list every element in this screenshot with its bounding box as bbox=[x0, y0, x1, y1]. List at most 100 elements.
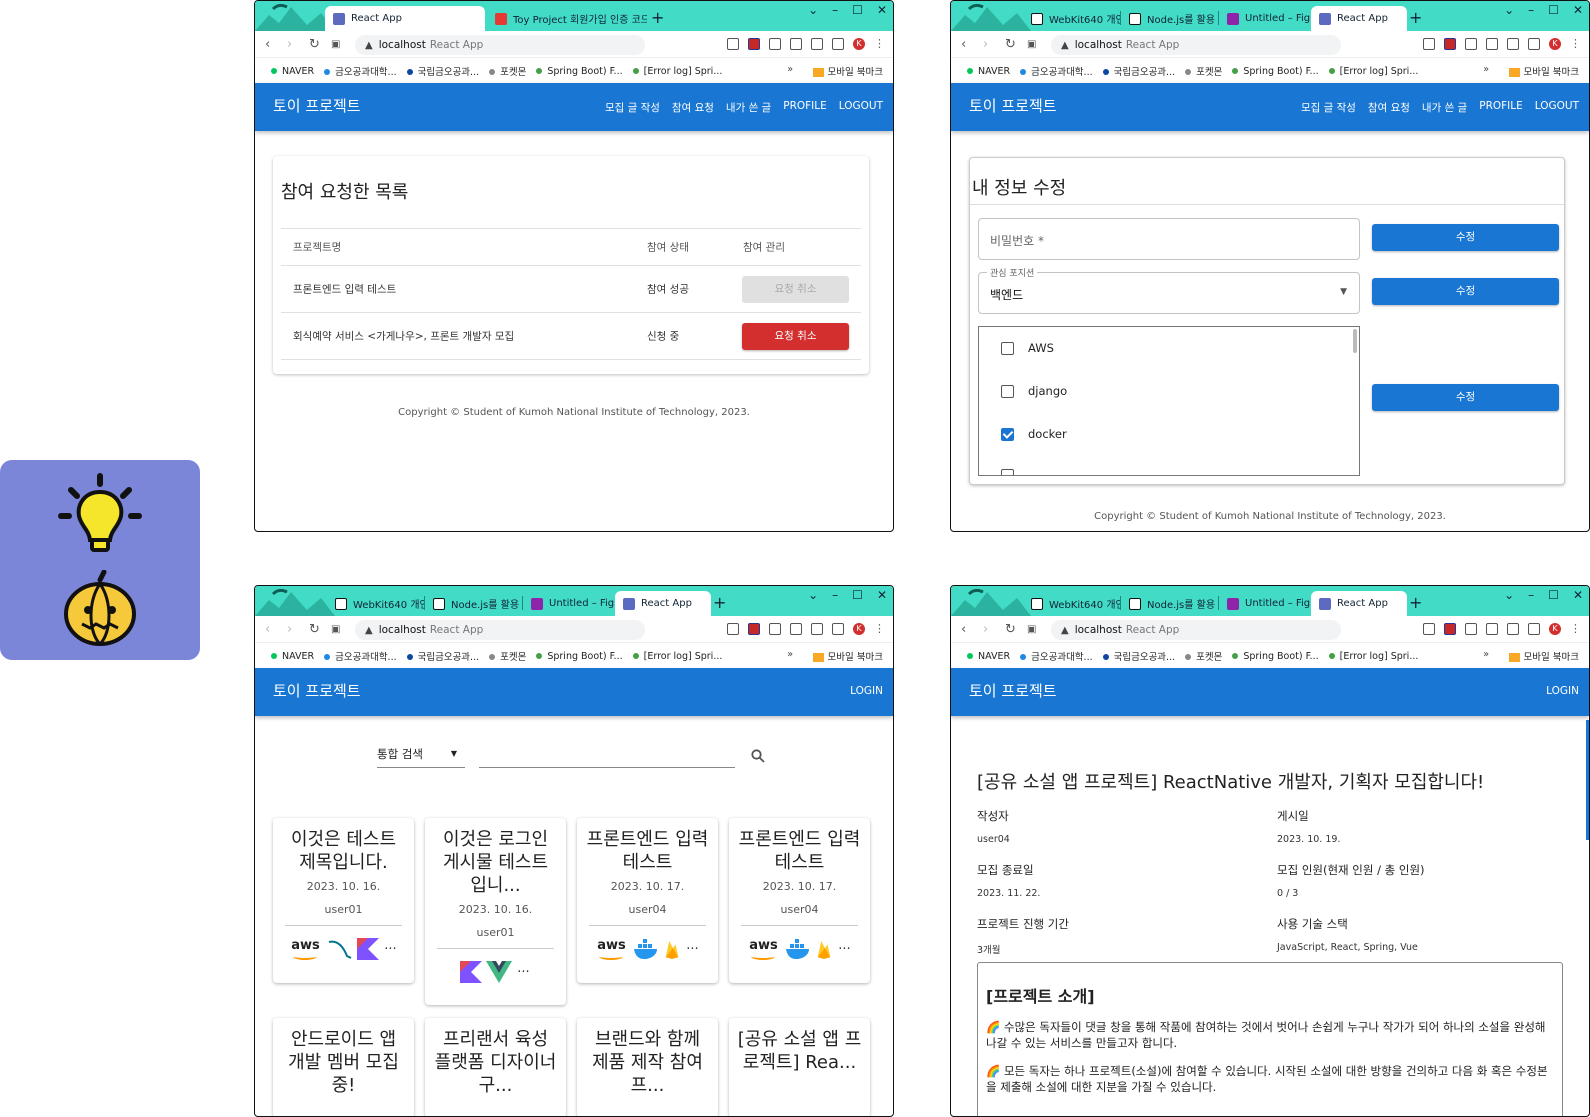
scrollbar[interactable] bbox=[1353, 329, 1357, 353]
project-card[interactable]: 안드로이드 앱 개발 멤버 모집중! bbox=[273, 1018, 414, 1116]
download-icon[interactable] bbox=[769, 623, 781, 635]
flag-extension-icon[interactable] bbox=[748, 623, 760, 635]
profile-avatar[interactable]: K bbox=[1549, 38, 1561, 50]
download-icon[interactable] bbox=[1465, 38, 1477, 50]
chevron-down-icon[interactable]: ⌄ bbox=[808, 588, 818, 602]
extension-icon[interactable] bbox=[727, 623, 739, 635]
camera-icon[interactable] bbox=[790, 38, 802, 50]
tab-react-app[interactable]: React App bbox=[1311, 591, 1407, 616]
tech-stack-list[interactable]: AWS django docker bbox=[978, 326, 1360, 476]
url-field[interactable]: ▲ localhost React App bbox=[1051, 620, 1341, 640]
extension-icon[interactable] bbox=[1423, 623, 1435, 635]
flag-extension-icon[interactable] bbox=[1444, 38, 1456, 50]
bookmark-item[interactable]: NAVER bbox=[271, 651, 314, 662]
stack-checkbox-django[interactable]: django bbox=[1001, 384, 1067, 398]
bookmark-item[interactable]: [Error log] Spri... bbox=[632, 651, 722, 662]
bookmark-item[interactable]: NAVER bbox=[967, 66, 1010, 77]
project-card[interactable]: 프론트엔드 입력 테스트 2023. 10. 17. user04 aws ..… bbox=[729, 818, 870, 983]
close-icon[interactable]: ✕ bbox=[877, 588, 887, 602]
bookmark-item[interactable]: 국립금오공과... bbox=[1102, 649, 1175, 663]
nav-item[interactable]: PROFILE bbox=[1479, 100, 1523, 115]
minimize-icon[interactable]: – bbox=[1528, 3, 1534, 17]
bookmark-item[interactable]: 포켓몬 bbox=[1185, 649, 1222, 663]
new-tab-icon[interactable]: + bbox=[713, 593, 726, 612]
camera-icon[interactable] bbox=[790, 623, 802, 635]
login-button[interactable]: LOGIN bbox=[850, 685, 883, 697]
brand-title[interactable]: 토이 프로젝트 bbox=[969, 95, 1057, 116]
sidebar-icon[interactable] bbox=[1528, 38, 1540, 50]
tab-figma[interactable]: Untitled – Figm bbox=[523, 591, 615, 616]
nav-item[interactable]: LOGOUT bbox=[839, 100, 883, 115]
bookmark-item[interactable]: Spring Boot) F... bbox=[536, 66, 623, 77]
extension-icon[interactable] bbox=[727, 38, 739, 50]
screenshot-icon[interactable] bbox=[1507, 38, 1519, 50]
flag-extension-icon[interactable] bbox=[748, 38, 760, 50]
reload-icon[interactable]: ↻ bbox=[1005, 37, 1016, 52]
bookmarks-more[interactable]: » bbox=[787, 64, 793, 75]
maximize-icon[interactable]: ☐ bbox=[1548, 3, 1559, 17]
chevron-down-icon[interactable]: ⌄ bbox=[1504, 588, 1514, 602]
tab-webkit[interactable]: WebKit640 개인 bbox=[327, 591, 425, 616]
reload-icon[interactable]: ↻ bbox=[309, 37, 320, 52]
maximize-icon[interactable]: ☐ bbox=[1548, 588, 1559, 602]
forward-icon[interactable]: › bbox=[983, 37, 988, 52]
project-name[interactable]: 회식예약 서비스 <가게나우>, 프론트 개발자 모집 bbox=[293, 329, 514, 344]
project-card[interactable]: 프리랜서 육성 플랫폼 디자이너 구... bbox=[425, 1018, 566, 1116]
bookmark-item[interactable]: 국립금오공과... bbox=[1102, 64, 1175, 78]
bookmark-folder[interactable]: 모바일 북마크 bbox=[1508, 64, 1579, 78]
reload-icon[interactable]: ↻ bbox=[1005, 622, 1016, 637]
screenshot-icon[interactable] bbox=[811, 623, 823, 635]
kebab-menu-icon[interactable]: ⋮ bbox=[874, 623, 885, 635]
bookmark-item[interactable]: 국립금오공과... bbox=[406, 649, 479, 663]
extension-icon[interactable] bbox=[1423, 38, 1435, 50]
url-field[interactable]: ▲ localhost React App bbox=[1051, 35, 1341, 55]
project-card[interactable]: [공유 소설 앱 프로젝트] Rea... bbox=[729, 1018, 870, 1116]
nav-item[interactable]: 내가 쓴 글 bbox=[726, 100, 771, 115]
minimize-icon[interactable]: – bbox=[832, 3, 838, 17]
stack-checkbox-aws[interactable]: AWS bbox=[1001, 341, 1054, 355]
forward-icon[interactable]: › bbox=[287, 622, 292, 637]
screenshot-icon[interactable] bbox=[811, 38, 823, 50]
nav-item[interactable]: 참여 요청 bbox=[672, 100, 714, 115]
camera-icon[interactable] bbox=[1486, 623, 1498, 635]
tab-nodejs[interactable]: Node.js를 활용 bbox=[1121, 591, 1219, 616]
password-field[interactable]: 비밀번호 * bbox=[978, 218, 1360, 260]
bookmark-item[interactable]: [Error log] Spri... bbox=[1328, 651, 1418, 662]
bookmark-item[interactable]: 포켓몬 bbox=[489, 64, 526, 78]
sidebar-icon[interactable] bbox=[1528, 623, 1540, 635]
new-tab-icon[interactable]: + bbox=[1409, 593, 1422, 612]
brand-title[interactable]: 토이 프로젝트 bbox=[969, 680, 1057, 701]
nav-item[interactable]: 참여 요청 bbox=[1368, 100, 1410, 115]
bookmark-folder[interactable]: 모바일 북마크 bbox=[812, 649, 883, 663]
nav-item[interactable]: LOGOUT bbox=[1535, 100, 1579, 115]
login-button[interactable]: LOGIN bbox=[1546, 685, 1579, 697]
nav-item[interactable]: 모집 글 작성 bbox=[1301, 100, 1356, 115]
project-name[interactable]: 프론트엔드 입력 테스트 bbox=[293, 282, 396, 297]
new-tab-icon[interactable]: + bbox=[1409, 8, 1422, 27]
back-icon[interactable]: ‹ bbox=[961, 37, 966, 52]
flag-extension-icon[interactable] bbox=[1444, 623, 1456, 635]
nav-item[interactable]: 내가 쓴 글 bbox=[1422, 100, 1467, 115]
close-icon[interactable]: ✕ bbox=[1573, 588, 1583, 602]
position-select[interactable]: 관심 포지션 백엔드 ▼ bbox=[978, 266, 1360, 314]
tab-figma[interactable]: Untitled – Figm bbox=[1219, 6, 1311, 31]
bookmark-item[interactable]: NAVER bbox=[967, 651, 1010, 662]
nav-item[interactable]: 모집 글 작성 bbox=[605, 100, 660, 115]
project-card[interactable]: 프론트엔드 입력 테스트 2023. 10. 17. user04 aws ..… bbox=[577, 818, 718, 983]
download-icon[interactable] bbox=[769, 38, 781, 50]
submit-stack-button[interactable]: 수정 bbox=[1372, 384, 1559, 411]
tab-gmail[interactable]: Toy Project 회원가입 인증 코드 bbox=[487, 6, 647, 31]
maximize-icon[interactable]: ☐ bbox=[852, 3, 863, 17]
brand-title[interactable]: 토이 프로젝트 bbox=[273, 680, 361, 701]
close-icon[interactable]: ✕ bbox=[1573, 3, 1583, 17]
sidebar-icon[interactable] bbox=[832, 623, 844, 635]
kebab-menu-icon[interactable]: ⋮ bbox=[874, 38, 885, 50]
minimize-icon[interactable]: – bbox=[832, 588, 838, 602]
kebab-menu-icon[interactable]: ⋮ bbox=[1570, 38, 1581, 50]
back-icon[interactable]: ‹ bbox=[961, 622, 966, 637]
project-card[interactable]: 이것은 테스트 제목입니다. 2023. 10. 16. user01 aws … bbox=[273, 818, 414, 983]
forward-icon[interactable]: › bbox=[983, 622, 988, 637]
submit-password-button[interactable]: 수정 bbox=[1372, 224, 1559, 251]
bookmark-item[interactable]: [Error log] Spri... bbox=[632, 66, 722, 77]
submit-position-button[interactable]: 수정 bbox=[1372, 278, 1559, 305]
